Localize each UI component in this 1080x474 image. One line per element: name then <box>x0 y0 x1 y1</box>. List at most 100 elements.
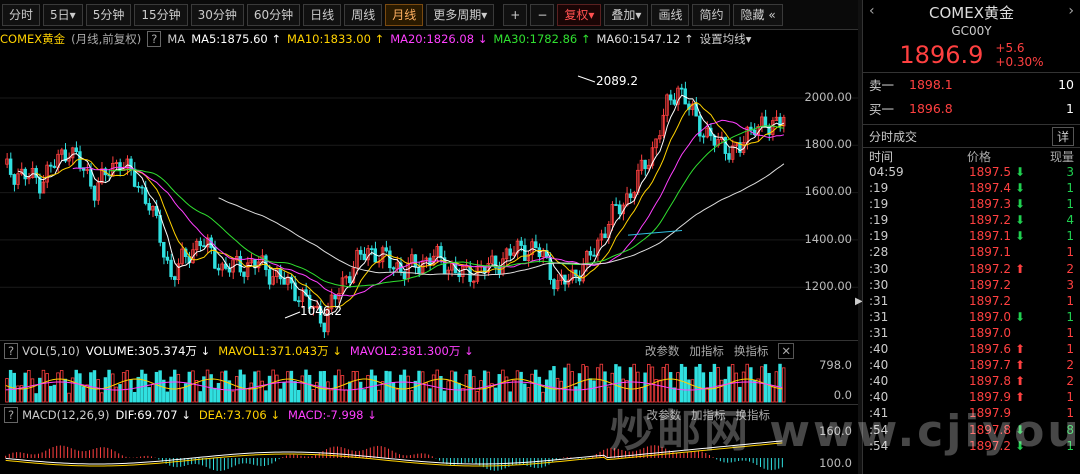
period-tab-30min[interactable]: 30分钟 <box>190 3 244 26</box>
tick-volume: 1 <box>1066 197 1074 212</box>
volume-bar <box>690 379 695 403</box>
volume-chart[interactable]: 798.0 0.0 <box>0 358 858 404</box>
tick-volume: 1 <box>1066 325 1074 340</box>
vol-add-indicator[interactable]: 加指标 <box>689 343 724 359</box>
macd-value: MACD:-7.998 ↓ <box>288 407 377 422</box>
simple-mode-button[interactable]: 简约 <box>692 3 731 26</box>
volume-bar <box>402 369 407 403</box>
volume-bar <box>275 374 279 403</box>
candle-body <box>617 204 622 215</box>
volume-bar <box>683 366 687 403</box>
ticks-header: 分时成交 详 <box>863 124 1080 148</box>
period-tab-60min[interactable]: 60分钟 <box>246 3 301 26</box>
volume-bar <box>752 380 757 403</box>
volume-bar <box>194 380 199 403</box>
volume-bar <box>639 387 644 403</box>
tick-time: 04:59 <box>869 165 904 179</box>
bid-row: 买一 1896.8 1 <box>863 96 1080 120</box>
tick-row: :31 1897.0 ⬇ 1 <box>863 309 1080 325</box>
volume-bar <box>304 369 308 403</box>
tick-price: 1897.4 <box>969 181 1011 196</box>
tick-row: :30 1897.2 ⬆ 2 <box>863 261 1080 277</box>
ma5-line <box>17 94 785 316</box>
ma-settings-link[interactable]: 设置均线▾ <box>700 31 752 47</box>
more-periods-dropdown[interactable]: 更多周期▾ <box>426 3 495 26</box>
overlay-dropdown[interactable]: 叠加▾ <box>604 3 649 26</box>
volume-bar <box>672 387 677 403</box>
volume-bar <box>435 369 439 403</box>
volume-bar <box>727 366 731 403</box>
macd-add-indicator[interactable]: 加指标 <box>691 407 726 423</box>
volume-bar <box>778 363 782 403</box>
low-annotation: 1046.2 <box>300 304 342 318</box>
period-tab-monthly[interactable]: 月线 <box>385 3 424 26</box>
volume-bar <box>198 391 202 403</box>
candlestick-chart[interactable]: 2000.00 1800.00 1600.00 1400.00 1200.00 … <box>0 48 858 339</box>
tick-time: :19 <box>869 213 889 228</box>
price-axis-1800: 1800.00 <box>804 137 852 151</box>
period-tab-5min[interactable]: 5分钟 <box>85 3 132 26</box>
col-volume: 现量 <box>1049 150 1074 164</box>
draw-line-button[interactable]: 画线 <box>651 3 690 26</box>
volume-bar <box>52 384 57 403</box>
tick-volume: 1 <box>1066 342 1074 357</box>
up-arrow-icon: ⬆ <box>1014 358 1025 373</box>
volume-bar <box>694 366 698 403</box>
volume-bar <box>307 374 312 403</box>
macd-help-icon[interactable]: ? <box>4 406 19 423</box>
period-tab-weekly[interactable]: 周线 <box>344 3 383 26</box>
volume-bar <box>628 367 633 403</box>
tick-time: :19 <box>869 229 889 244</box>
volume-bar <box>296 389 301 403</box>
candle-body <box>296 300 301 303</box>
volume-bar <box>118 384 122 403</box>
volume-bar <box>581 364 585 403</box>
next-instrument-icon[interactable]: › <box>1068 3 1074 19</box>
macd-chart[interactable]: 160.0 100.0 <box>0 422 858 474</box>
close-icon[interactable]: ✕ <box>778 342 794 359</box>
period-tab-daily[interactable]: 日线 <box>303 3 342 26</box>
volume-bar <box>344 389 348 403</box>
tick-price: 1897.8 <box>969 374 1011 389</box>
hide-button[interactable]: 隐藏 « <box>733 3 783 26</box>
candle-body <box>533 241 538 249</box>
high-annotation: 2089.2 <box>596 74 638 88</box>
candle-body <box>603 233 607 239</box>
volume-bar <box>479 380 483 403</box>
volume-bar <box>121 372 126 403</box>
volume-bar <box>315 381 319 403</box>
period-tab-15min[interactable]: 15分钟 <box>134 3 188 26</box>
volume-bar <box>249 382 254 403</box>
candle-body <box>49 164 53 167</box>
volume-bar <box>100 392 104 403</box>
ma-legend: COMEX黄金 (月线,前复权) ? MA MA5:1875.60 ↑ MA10… <box>0 30 858 48</box>
adjust-dropdown[interactable]: 复权▾ <box>557 3 602 26</box>
help-icon[interactable]: ? <box>147 31 162 47</box>
ticks-columns: 时间 价格 现量 <box>863 148 1080 164</box>
macd-replace-indicator[interactable]: 换指标 <box>736 407 771 423</box>
vol-help-icon[interactable]: ? <box>4 342 19 359</box>
detail-button[interactable]: 详 <box>1051 126 1074 146</box>
col-time: 时间 <box>869 150 894 164</box>
candle-body <box>23 168 27 180</box>
ma60-value: MA60:1547.12 ↑ <box>596 32 694 46</box>
candle-body <box>439 246 443 259</box>
volume-bar <box>643 372 647 403</box>
tick-price: 1897.1 <box>969 245 1011 260</box>
zoom-in-button[interactable]: + <box>503 3 528 26</box>
volume-bar <box>541 391 545 403</box>
volume-bar <box>592 380 596 403</box>
period-tab-intraday[interactable]: 分时 <box>2 3 41 26</box>
vol-edit-params[interactable]: 改参数 <box>645 343 680 359</box>
prev-instrument-icon[interactable]: ‹ <box>869 3 875 19</box>
volume-value: VOLUME:305.374万 ↓ <box>85 343 211 358</box>
macd-indicator-name: MACD(12,26,9) <box>22 407 110 422</box>
period-tab-5day[interactable]: 5日▾ <box>43 3 83 26</box>
instrument-code: GC00Y <box>951 24 992 38</box>
volume-bar <box>420 371 425 403</box>
volume-bar <box>657 379 662 403</box>
vol-replace-indicator[interactable]: 换指标 <box>734 343 769 359</box>
zoom-out-button[interactable]: − <box>530 3 555 26</box>
volume-bar <box>475 391 480 403</box>
macd-edit-params[interactable]: 改参数 <box>647 407 682 423</box>
